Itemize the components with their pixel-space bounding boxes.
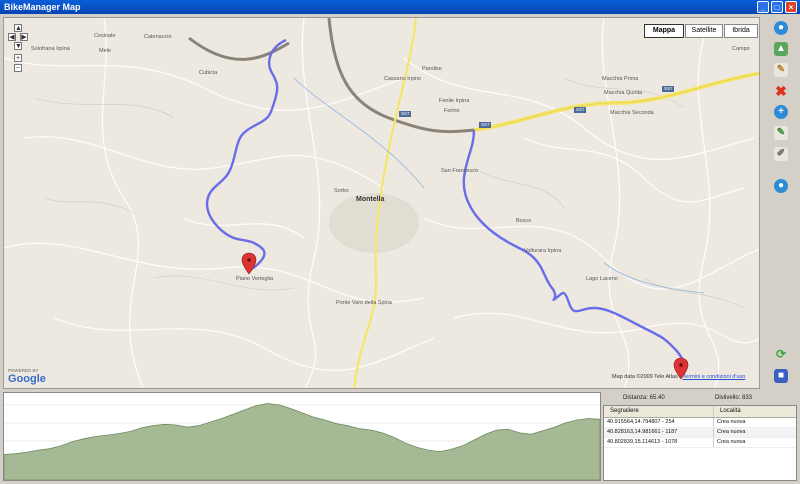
info-panel: Distanza: 65.40 Dislivello: 833 Segnalie… [603,392,797,481]
chart-icon[interactable]: ▲ [774,42,788,56]
terms-link[interactable]: Termini e condizioni d'uso [683,374,746,380]
map-view[interactable]: ▲ ◀ ▶ ▼ + − Mappa Satellite Ibrida Solof… [3,17,760,389]
waypoint-place: Crea nuova [717,419,746,425]
waypoint-coord: 40.828163,14.981661 - 1187 [604,428,714,437]
zoom-in-button[interactable]: + [14,54,22,62]
place-label: San Francesco [441,168,478,174]
map-attribution: Map data ©2009 Tele Atlas - Termini e co… [612,374,745,380]
table-row[interactable]: 40.828163,14.981661 - 1187 Crea nuova [604,428,796,438]
place-label: Sorbo [334,188,349,194]
elevation-profile [3,392,601,481]
google-logo-text: Google [8,373,46,385]
globe-icon-2[interactable]: ● [774,179,788,193]
zoom-out-button[interactable]: − [14,64,22,72]
elevation-area [4,403,600,480]
place-label: Parolise [422,66,442,72]
elevation-chart [4,403,600,480]
map-type-ibrida-button[interactable]: Ibrida [724,24,758,38]
road-label: SS7 [401,111,410,116]
place-label: Cassano Irpino [384,76,421,82]
window-title: BikeManager Map [4,2,81,12]
globe-add-icon[interactable]: + [774,105,788,119]
place-label: Volturara Irpina [524,248,562,254]
road-label: SS7 [664,86,673,91]
waypoints-table[interactable]: Segnaliere Località 40.915564,14.794807 … [603,405,797,481]
road-label: SS7 [576,107,585,112]
elevation-gain-text: Dislivello: 833 [715,395,753,401]
table-row[interactable]: 40.802839,15.114613 - 1078 Crea nuova [604,438,796,448]
refresh-icon[interactable]: ⟳ [774,347,788,361]
route-left [205,38,287,271]
place-label: Cubicia [199,70,218,76]
attribution-text: Map data ©2009 Tele Atlas - [612,374,682,380]
minimize-button[interactable]: _ [757,1,769,13]
place-label: Macchia Quinta [604,90,643,96]
pan-up-button[interactable]: ▲ [14,24,22,32]
place-label: Fenile Irpina [439,98,470,104]
save-icon[interactable]: ■ [774,369,788,383]
place-label: Solofrana Irpina [31,46,70,52]
window-titlebar: BikeManager Map _ □ × [0,0,800,14]
table-header: Segnaliere Località [604,406,796,418]
stats-bar: Distanza: 65.40 Dislivello: 833 [603,392,797,404]
pan-left-button[interactable]: ◀ [8,33,16,41]
edit-icon[interactable]: ✎ [774,126,788,140]
delete-icon[interactable]: ✖ [774,84,788,98]
map-canvas [4,18,759,388]
right-toolbar: ● ▲ ✎ ✖ + ✎ ✐ ● ⟳ ■ [762,17,800,389]
place-label: Lago Laceno [586,276,618,282]
place-label: Macchia Seconda [610,110,654,116]
brush-icon[interactable]: ✎ [774,63,788,77]
road-label: SS7 [481,122,490,127]
place-label: Montella [356,196,385,203]
place-label: Ponte Varo della Spina [336,300,392,306]
place-label: Catenaccio [144,34,172,40]
globe-icon[interactable]: ● [774,21,788,35]
table-row[interactable]: 40.915564,14.794807 - 254 Crea nuova [604,418,796,428]
google-logo[interactable]: POWERED BY Google [8,368,46,385]
waypoint-place: Crea nuova [717,429,746,435]
place-label: Forino [444,108,460,114]
place-label: Bosco [516,218,532,224]
place-label: Piano Verteglia [236,276,273,282]
map-type-mappa-button[interactable]: Mappa [644,24,684,38]
waypoint-coord: 40.802839,15.114613 - 1078 [604,438,714,447]
map-type-satellite-button[interactable]: Satellite [685,24,723,38]
column-header-localita[interactable]: Località [714,406,796,417]
marker-start [241,252,257,275]
distance-text: Distanza: 65.40 [623,395,665,401]
route-right [462,129,686,374]
close-window-button[interactable]: × [785,1,797,13]
edit-icon-2[interactable]: ✐ [774,147,788,161]
pan-right-button[interactable]: ▶ [20,33,28,41]
place-label: Cesinale [94,33,116,39]
maximize-button[interactable]: □ [771,1,783,13]
waypoint-coord: 40.915564,14.794807 - 254 [604,418,714,427]
column-header-segnaliere[interactable]: Segnaliere [604,406,714,417]
pan-down-button[interactable]: ▼ [14,42,22,50]
place-label: Mele [99,48,111,54]
waypoint-place: Crea nuova [717,439,746,445]
place-label: Campo [732,46,750,52]
place-label: Macchia Prima [602,76,639,82]
